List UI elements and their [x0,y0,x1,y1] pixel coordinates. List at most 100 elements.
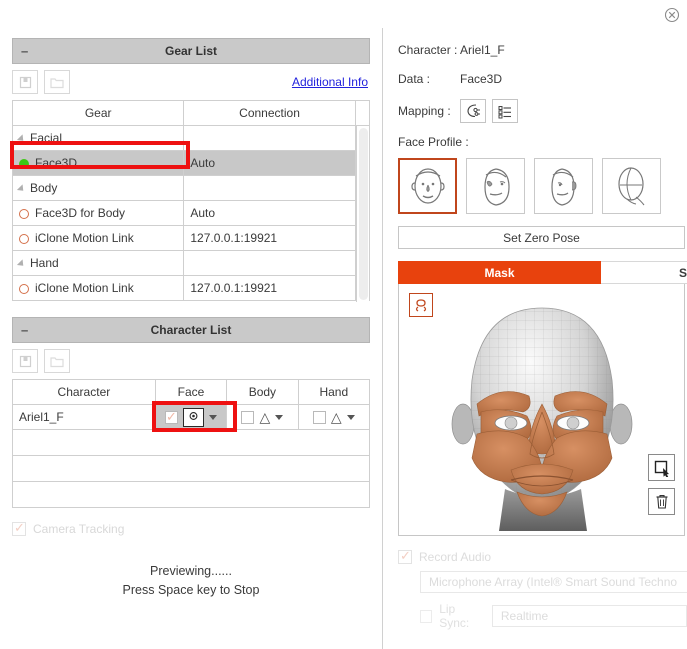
gear-row-label: Hand [30,256,59,270]
face-mapping-icon[interactable] [460,99,486,123]
gear-row-connection: 127.0.0.1:19921 [183,275,356,301]
gear-row-connection [183,250,356,276]
lip-sync-row[interactable]: Lip Sync: Realtime [420,602,687,630]
additional-info-link[interactable]: Additional Info [292,75,368,89]
table-row[interactable]: Face3D for Body Auto [11,200,371,226]
gear-row-connection [183,175,356,201]
table-row[interactable]: Ariel1_F ✓ △ △ [12,404,371,430]
body-enable-checkbox[interactable] [241,410,255,424]
body-device-cell[interactable]: △ [226,404,299,430]
mapping-label: Mapping : [398,104,451,118]
character-table-wrapper: Character Face Body Hand Ariel1_F ✓ △ △ [12,379,371,508]
gear-table-wrapper: Gear Connection Facial Face3D Auto Body … [10,100,371,302]
character-open-button[interactable] [44,349,70,373]
webcam-icon[interactable] [182,407,204,427]
character-list-title: Character List [150,323,232,337]
profile-three-quarter-face[interactable] [466,158,525,214]
lip-sync-label: Lip Sync: [439,602,470,630]
status-line-2: Press Space key to Stop [122,583,260,597]
table-row[interactable]: Face3D Auto [11,150,371,176]
table-row[interactable]: Facial [11,125,371,151]
mask-tabs: Mask S [398,261,687,284]
table-row[interactable]: Body [11,175,371,201]
camera-tracking-checkbox[interactable] [12,520,26,536]
hand-column-header: Hand [297,379,371,405]
data-info-row: Data : Face3D [398,67,687,91]
status-line-1: Previewing...... [150,564,232,578]
profile-front-face[interactable] [398,158,457,214]
character-table-header: Character Face Body Hand [12,379,371,405]
gear-table-header: Gear Connection [11,100,371,126]
profile-side-face[interactable] [534,158,593,214]
gear-collapse-icon[interactable]: – [21,44,28,59]
expand-triangle-icon[interactable] [16,184,27,194]
gear-row-label: Body [30,181,58,195]
face-column-header: Face [154,379,228,405]
gear-row-label: Face3D for Body [35,206,126,220]
tab-secondary[interactable]: S [601,261,687,284]
body-dropdown-icon[interactable] [275,414,284,420]
record-audio-checkbox[interactable] [398,548,412,564]
data-field-label: Data : [398,72,431,86]
face-device-cell[interactable] [154,404,228,430]
character-collapse-icon[interactable]: – [21,323,28,338]
character-toolbar [12,343,370,379]
body-column-header: Body [226,379,299,405]
profile-wireframe-face[interactable] [602,158,661,214]
mask-preview[interactable] [398,284,685,536]
table-row[interactable]: Hand [11,250,371,276]
status-dot-icon [19,283,29,294]
hand-device-cell[interactable]: △ [297,404,371,430]
gear-table-scrollbar[interactable] [356,126,369,302]
expand-triangle-icon[interactable] [16,134,27,144]
character-name-cell: Ariel1_F [12,404,156,430]
gear-table: Gear Connection Facial Face3D Auto Body … [11,100,371,301]
character-save-button[interactable] [12,349,38,373]
list-mapping-icon[interactable] [492,99,518,123]
mapping-row: Mapping : [398,96,687,126]
microphone-select[interactable]: Microphone Array (Intel® Smart Sound Tec… [420,571,687,593]
trash-icon[interactable] [648,488,675,515]
character-table: Character Face Body Hand Ariel1_F ✓ △ △ [12,379,371,508]
status-dot-icon [19,158,29,169]
warning-triangle-icon: △ [259,409,271,425]
gear-row-label: Facial [30,131,63,145]
lip-sync-select[interactable]: Realtime [491,605,687,627]
camera-tracking-row[interactable]: Camera Tracking [12,520,370,536]
marquee-select-icon[interactable] [648,454,675,481]
camera-tracking-label: Camera Tracking [33,522,125,536]
gear-list-header[interactable]: – Gear List [12,38,370,64]
table-row[interactable]: iClone Motion Link 127.0.0.1:19921 [11,225,371,251]
record-audio-row[interactable]: Record Audio [398,548,687,564]
character-field-label: Character : [398,43,458,57]
status-dot-icon [19,233,29,244]
gear-row-connection: 127.0.0.1:19921 [183,225,356,251]
gear-column-header: Gear [11,100,185,126]
left-panel: – Gear List Additional Info Gear Connect… [0,28,383,649]
gear-open-button[interactable] [44,70,70,94]
gear-save-button[interactable] [12,70,38,94]
hand-enable-checkbox[interactable] [312,410,326,424]
table-row-empty [12,455,370,482]
set-zero-pose-button[interactable]: Set Zero Pose [398,226,685,249]
face-enable-checkbox[interactable] [164,409,178,425]
character-list-header[interactable]: – Character List [12,317,370,343]
record-audio-label: Record Audio [419,550,492,564]
head-mask-graphic [451,307,633,531]
table-row[interactable]: iClone Motion Link 127.0.0.1:19921 [11,275,371,301]
gear-row-connection: Auto [183,150,356,176]
face-dropdown-icon[interactable] [208,414,217,420]
right-panel: Character : Ariel1_F Data : Face3D Mappi… [384,28,687,649]
character-column-header: Character [12,379,156,405]
expand-triangle-icon[interactable] [16,259,27,269]
tab-mask[interactable]: Mask [398,261,601,284]
connection-column-header: Connection [183,100,356,126]
scrollbar-thumb[interactable] [359,128,368,300]
face-profile-options [398,158,687,214]
table-row-empty [12,429,370,456]
scroll-column [354,100,371,126]
table-row-empty [12,481,370,508]
lip-sync-checkbox[interactable] [420,609,433,623]
hand-dropdown-icon[interactable] [346,414,355,420]
close-icon[interactable] [663,6,681,24]
